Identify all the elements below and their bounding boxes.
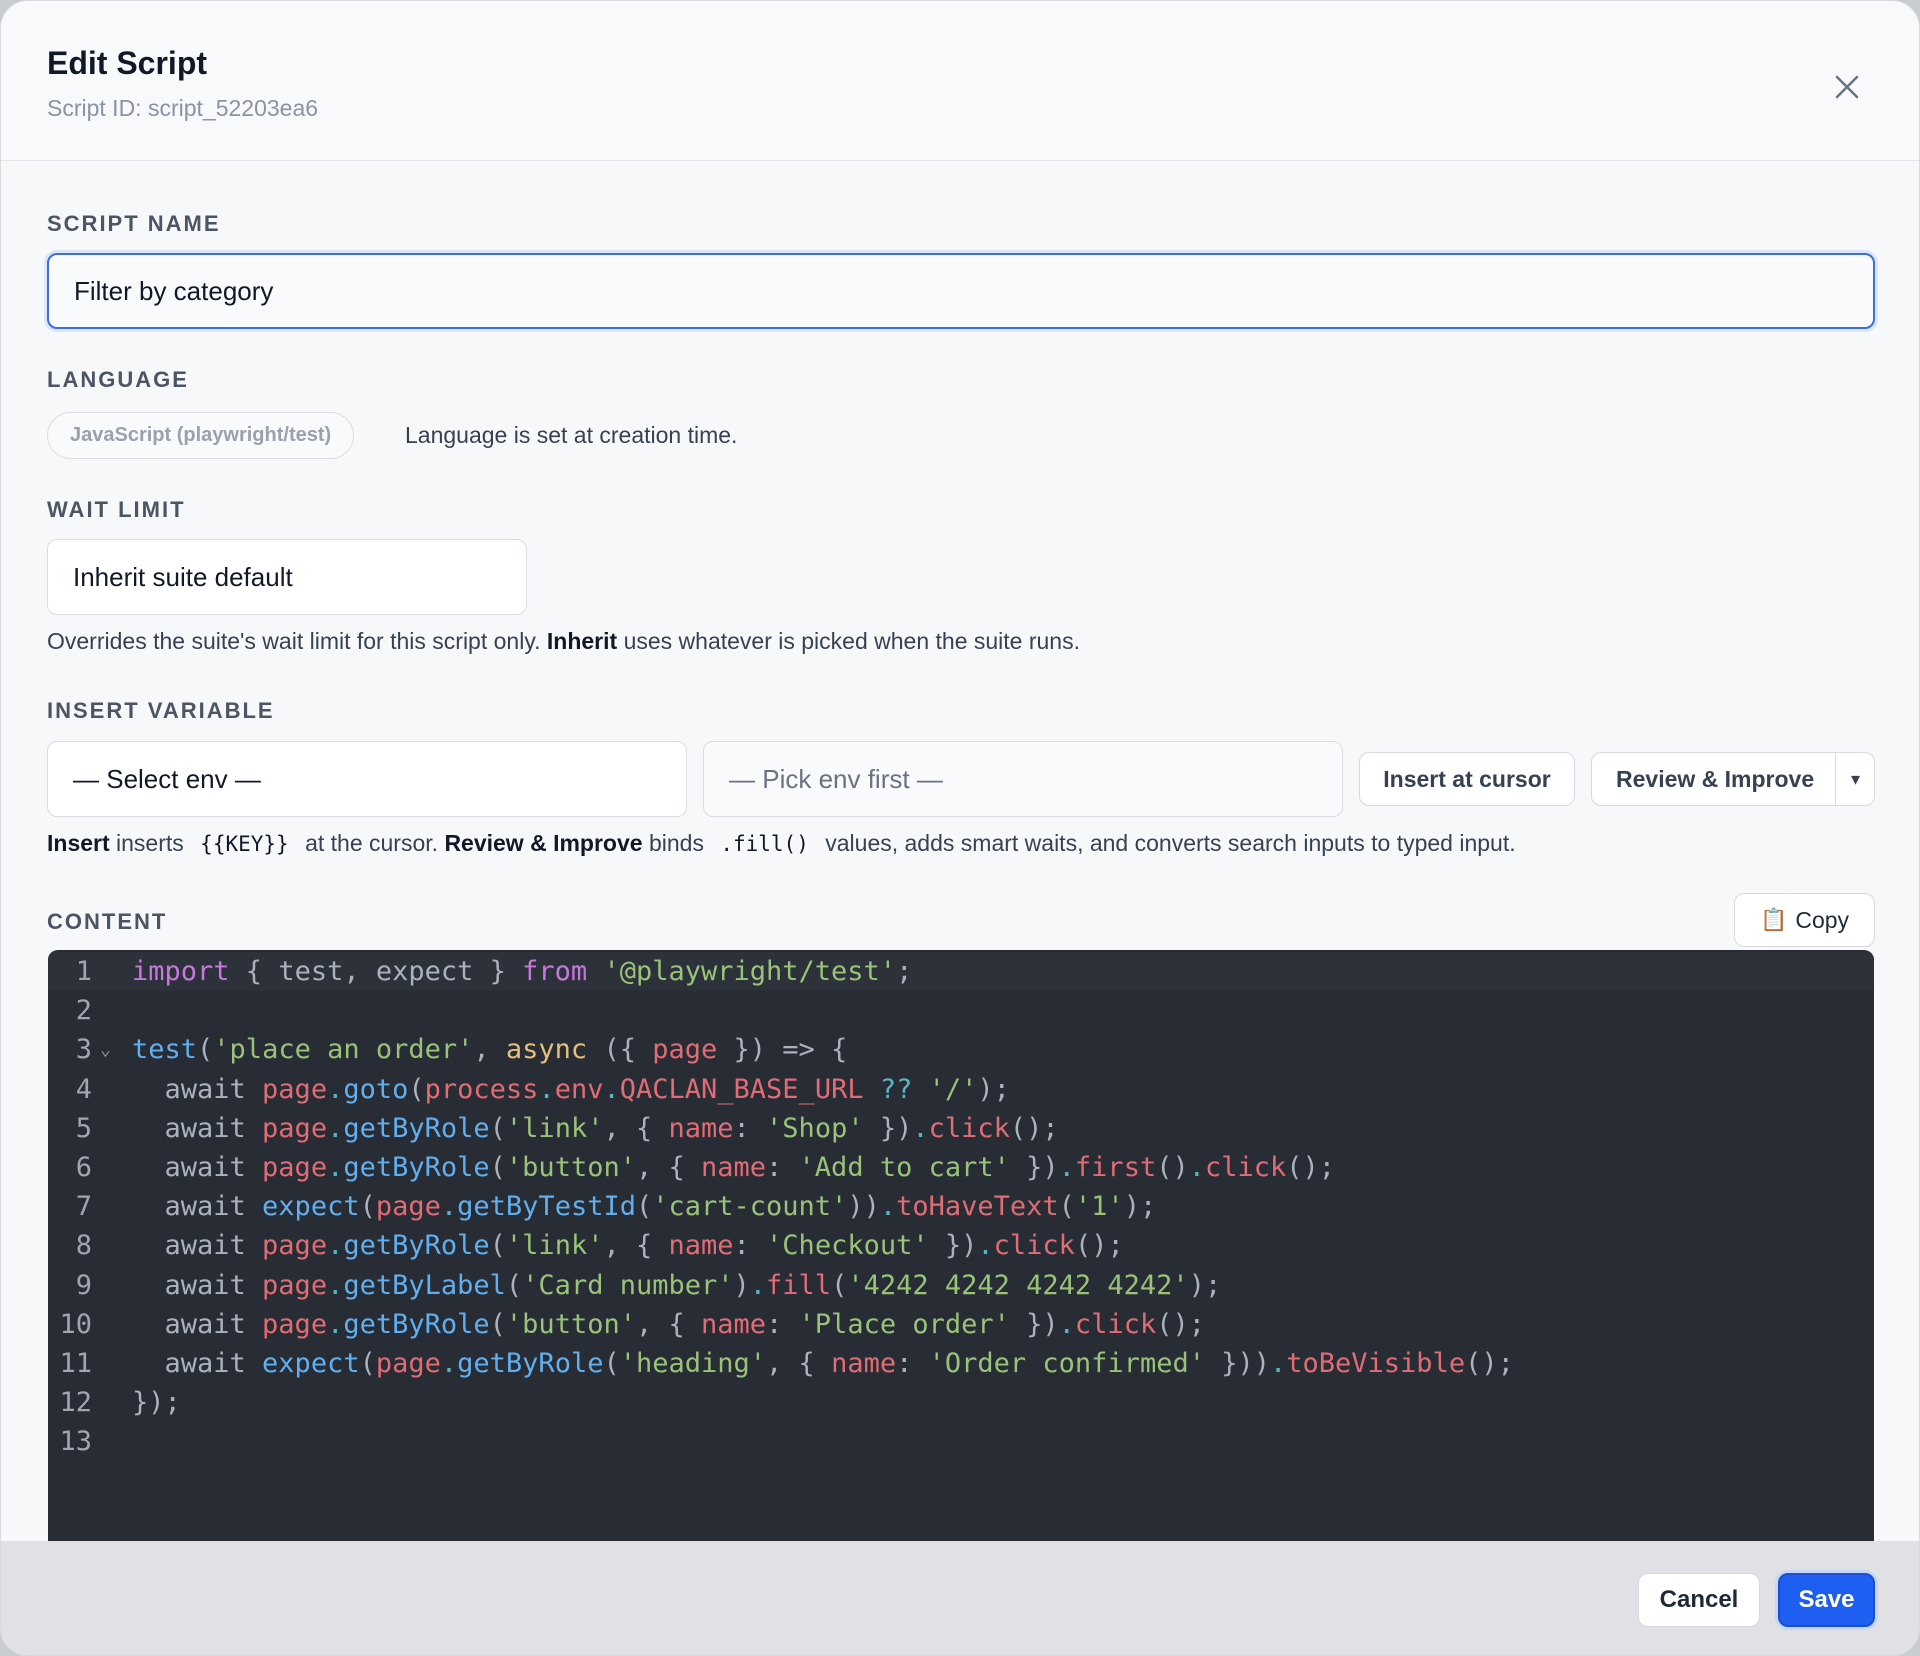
code-line[interactable]: 13 [48, 1422, 1874, 1461]
line-number: 3 [75, 1034, 92, 1066]
insert-variable-label: INSERT VARIABLE [47, 698, 275, 723]
insert-at-cursor-button[interactable]: Insert at cursor [1359, 752, 1575, 806]
cancel-button[interactable]: Cancel [1638, 1573, 1760, 1627]
code-line[interactable]: 3 ⌄ test('place an order', async ({ page }… [48, 1030, 1874, 1069]
line-number: 10 [59, 1308, 92, 1340]
script-name-input[interactable]: Filter by category [47, 253, 1875, 329]
line-number: 4 [75, 1073, 92, 1105]
line-number: 9 [75, 1269, 92, 1301]
code-text: await expect(page.getByTestId('cart-coun… [132, 1191, 1157, 1223]
code-text: await page.getByRole('link', { name: 'Sh… [132, 1112, 1059, 1144]
help-bold: Inherit [546, 628, 618, 654]
line-number: 12 [59, 1387, 92, 1419]
help-code: {{KEY}} [200, 832, 289, 856]
code-line[interactable]: 1 import { test, expect } from '@playwrig… [48, 952, 1874, 991]
language-note: Language is set at creation time. [405, 422, 738, 448]
review-dropdown-toggle[interactable]: ▾ [1835, 752, 1875, 806]
help-bold: Review & Improve [444, 830, 643, 856]
line-number: 1 [75, 956, 92, 987]
modal-title: Edit Script [47, 45, 208, 81]
code-text: await page.getByRole('button', { name: '… [132, 1308, 1205, 1340]
code-text: await page.getByRole('link', { name: 'Ch… [132, 1230, 1124, 1262]
code-line[interactable]: 5 await page.getByRole('link', { name: '… [48, 1109, 1874, 1148]
help-text: binds [648, 830, 704, 856]
copy-label: Copy [1795, 906, 1850, 933]
key-select-value: — Pick env first — [729, 763, 943, 794]
content-label: CONTENT [47, 909, 168, 934]
code-text: await page.getByLabel('Card number').fil… [132, 1269, 1222, 1301]
env-select-value: — Select env — [73, 763, 261, 794]
save-button[interactable]: Save [1778, 1573, 1875, 1627]
code-line[interactable]: 10 await page.getByRole('button', { name… [48, 1305, 1874, 1344]
modal-footer [1, 1541, 1919, 1655]
help-bold: Insert [47, 830, 110, 856]
help-text: uses whatever is picked when the suite r… [623, 628, 1080, 654]
line-number: 13 [59, 1426, 92, 1458]
modal-header: Edit Script Script ID: script_52203ea6 [1, 1, 1919, 161]
close-icon [1835, 75, 1859, 99]
code-line[interactable]: 6 await page.getByRole('button', { name:… [48, 1148, 1874, 1187]
code-text: test('place an order', async ({ page }) … [132, 1034, 848, 1066]
code-line[interactable]: 12}); [48, 1383, 1874, 1422]
code-line[interactable]: 9 await page.getByLabel('Card number').f… [48, 1266, 1874, 1305]
code-text: await page.getByRole('button', { name: '… [132, 1152, 1336, 1183]
wait-limit-select[interactable]: Inherit suite default [47, 539, 527, 615]
code-text: import { test, expect } from '@playwrigh… [132, 956, 913, 987]
line-number: 11 [59, 1348, 92, 1379]
code-line[interactable]: 2 [48, 991, 1874, 1030]
wait-limit-value: Inherit suite default [73, 561, 293, 592]
insert-variable-help: Insert inserts {{KEY}} at the cursor. Re… [47, 830, 1516, 857]
code-editor[interactable]: 1 import { test, expect } from '@playwrig… [48, 950, 1874, 1550]
language-badge: JavaScript (playwright/test) [47, 412, 355, 459]
code-line[interactable]: 4 await page.goto(process.env.QACLAN_BAS… [48, 1070, 1874, 1109]
fold-chevron-icon[interactable]: ⌄ [100, 1039, 111, 1060]
line-number: 2 [75, 995, 92, 1027]
code-line[interactable]: 11 await expect(page.getByRole('heading'… [48, 1344, 1874, 1383]
review-improve-label: Review & Improve [1616, 765, 1815, 792]
help-text: at the cursor. [305, 830, 439, 856]
line-number: 8 [75, 1230, 92, 1262]
code-text: await page.goto(process.env.QACLAN_BASE_… [132, 1073, 1010, 1105]
script-name-value: Filter by category [74, 275, 274, 306]
chevron-down-icon: ▾ [1850, 768, 1861, 789]
script-name-label: SCRIPT NAME [47, 211, 221, 236]
line-number: 7 [75, 1191, 92, 1223]
script-id: Script ID: script_52203ea6 [47, 95, 319, 121]
code-line[interactable]: 7 await expect(page.getByTestId('cart-co… [48, 1187, 1874, 1226]
wait-limit-label: WAIT LIMIT [47, 497, 186, 522]
language-label: LANGUAGE [47, 367, 189, 392]
review-improve-button[interactable]: Review & Improve [1591, 752, 1875, 806]
env-select[interactable]: — Select env — [47, 741, 687, 817]
copy-button[interactable]: 📋 Copy [1734, 893, 1875, 947]
line-number: 5 [75, 1112, 92, 1144]
help-code: .fill() [720, 832, 809, 856]
line-number: 6 [75, 1152, 92, 1183]
help-text: inserts [116, 830, 184, 856]
help-text: values, adds smart waits, and converts s… [825, 830, 1516, 856]
clipboard-icon: 📋 [1759, 907, 1788, 932]
code-text: await expect(page.getByRole('heading', {… [132, 1348, 1514, 1379]
edit-script-modal: Edit Script Script ID: script_52203ea6 S… [0, 0, 1920, 1656]
close-button[interactable] [1819, 59, 1875, 115]
code-text: }); [132, 1387, 181, 1419]
help-text: Overrides the suite's wait limit for thi… [47, 628, 541, 654]
code-line[interactable]: 8 await page.getByRole('link', { name: '… [48, 1226, 1874, 1265]
wait-limit-help: Overrides the suite's wait limit for thi… [47, 628, 1080, 655]
key-select[interactable]: — Pick env first — [703, 741, 1343, 817]
